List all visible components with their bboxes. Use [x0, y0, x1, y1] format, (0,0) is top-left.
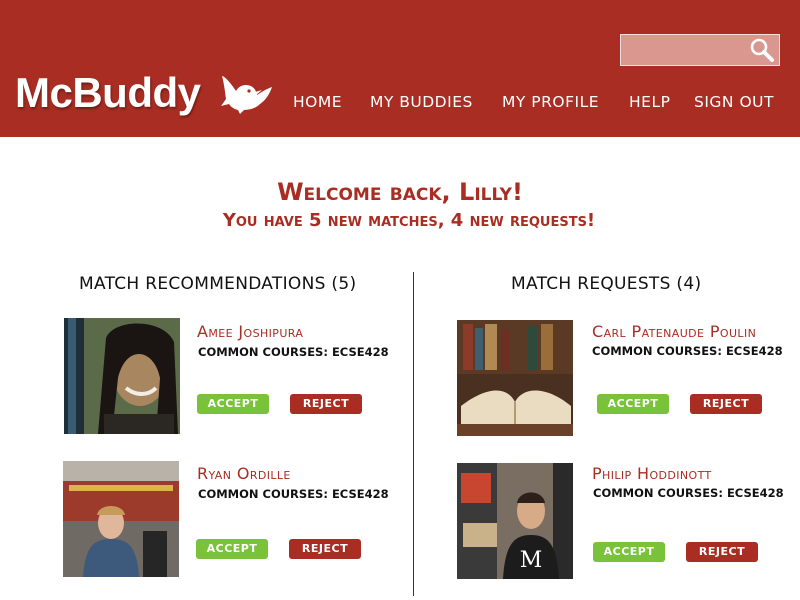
- request-name[interactable]: Philip Hoddinott: [592, 464, 712, 484]
- common-courses: COMMON COURSES: ECSE428: [592, 344, 783, 358]
- accept-button[interactable]: ACCEPT: [593, 542, 665, 562]
- reject-button[interactable]: REJECT: [290, 394, 362, 414]
- avatar[interactable]: [457, 320, 573, 436]
- profile-photo-ryan: [63, 461, 179, 577]
- avatar[interactable]: [63, 461, 179, 577]
- search-icon[interactable]: [749, 37, 775, 63]
- nav-my-buddies[interactable]: MY BUDDIES: [370, 92, 473, 112]
- common-courses: COMMON COURSES: ECSE428: [198, 345, 389, 359]
- profile-photo-carl: [457, 320, 573, 436]
- nav-help[interactable]: HELP: [629, 92, 670, 112]
- avatar[interactable]: [64, 318, 180, 434]
- recommendations-title: MATCH RECOMMENDATIONS (5): [79, 274, 357, 294]
- match-name[interactable]: Ryan Ordille: [197, 464, 291, 484]
- nav-my-profile[interactable]: MY PROFILE: [502, 92, 599, 112]
- search-input[interactable]: [621, 35, 745, 65]
- column-divider: [413, 272, 414, 596]
- request-name[interactable]: Carl Patenaude Poulin: [592, 322, 756, 342]
- reject-button[interactable]: REJECT: [686, 542, 758, 562]
- welcome-title: Welcome back, Lilly!: [277, 178, 523, 206]
- nav-sign-out[interactable]: SIGN OUT: [694, 92, 774, 112]
- accept-button[interactable]: ACCEPT: [597, 394, 669, 414]
- accept-button[interactable]: ACCEPT: [197, 394, 269, 414]
- avatar[interactable]: M: [457, 463, 573, 579]
- search-box[interactable]: [620, 34, 780, 66]
- bird-logo-icon: [221, 76, 272, 114]
- welcome-subtitle: You have 5 new matches, 4 new requests!: [222, 210, 596, 231]
- profile-photo-philip: M: [457, 463, 573, 579]
- reject-button[interactable]: REJECT: [690, 394, 762, 414]
- match-name[interactable]: Amee Joshipura: [197, 322, 303, 342]
- requests-title: MATCH REQUESTS (4): [511, 274, 702, 294]
- logo-text[interactable]: McBuddy: [15, 70, 201, 116]
- reject-button[interactable]: REJECT: [289, 539, 361, 559]
- common-courses: COMMON COURSES: ECSE428: [198, 487, 389, 501]
- header-bar: McBuddy HOME MY BUDDIES MY PROFILE HELP …: [0, 0, 800, 137]
- profile-photo-amee: [64, 318, 180, 434]
- common-courses: COMMON COURSES: ECSE428: [593, 486, 784, 500]
- accept-button[interactable]: ACCEPT: [196, 539, 268, 559]
- nav-home[interactable]: HOME: [293, 92, 342, 112]
- svg-text:M: M: [520, 548, 543, 573]
